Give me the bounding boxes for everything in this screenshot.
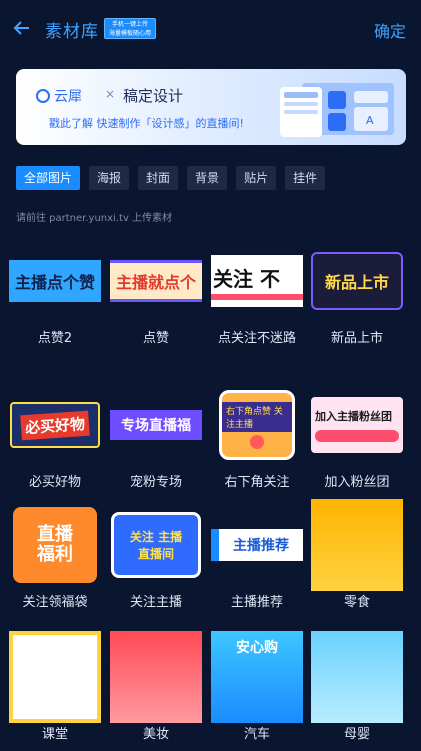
- material-thumbnail[interactable]: [311, 631, 403, 723]
- tag-line-2: 海量模板随心用: [108, 30, 151, 37]
- art-text: 右下角点赞 关注主播: [222, 401, 292, 432]
- art-panel: 关注 不: [211, 255, 303, 307]
- material-item[interactable]: 主播就点个 点赞: [110, 235, 202, 357]
- material-thumbnail[interactable]: 安心购: [211, 631, 303, 723]
- material-item[interactable]: 关注 主播直播间关注主播: [110, 499, 202, 621]
- material-item[interactable]: 课堂: [9, 631, 101, 751]
- material-label: 母婴: [343, 727, 370, 742]
- art-text: 加入主播粉丝团: [315, 410, 392, 423]
- art-panel: [311, 631, 403, 723]
- material-item[interactable]: 加入主播粉丝团加入粉丝团: [311, 379, 403, 501]
- logo-text: 云犀: [54, 89, 82, 105]
- material-item[interactable]: 直播福利 关注领福袋: [9, 499, 101, 621]
- art-panel: [9, 631, 101, 723]
- art-panel: 新品上市: [311, 252, 403, 310]
- art-panel: 主播推荐: [211, 529, 303, 561]
- art-text: 直播福利: [37, 524, 73, 565]
- art-text: 必买好物: [20, 410, 90, 440]
- page-title: 素材库: [45, 22, 99, 42]
- material-item[interactable]: 专场直播福 宠粉专场: [110, 379, 202, 501]
- material-item[interactable]: 关注 不点关注不迷路: [211, 235, 303, 357]
- banner-separator: ×: [105, 87, 116, 101]
- art-text: 主播推荐: [233, 538, 289, 554]
- yunxi-logo-icon: [36, 89, 50, 103]
- material-label: 点赞: [142, 331, 169, 346]
- art-panel: [311, 499, 403, 591]
- material-item[interactable]: 主播点个赞点赞2: [9, 235, 101, 357]
- art-text: 新品上市: [324, 273, 389, 292]
- tab-3[interactable]: 背景: [187, 166, 228, 190]
- material-item[interactable]: 美妆: [110, 631, 202, 751]
- material-item[interactable]: 新品上市 新品上市: [311, 235, 403, 357]
- art-panel: 加入主播粉丝团: [311, 397, 403, 453]
- art-panel: 右下角点赞 关注主播: [219, 390, 295, 460]
- art-text: 主播点个赞: [9, 260, 101, 302]
- art-text: 专场直播福: [110, 410, 202, 440]
- category-tabs: 全部图片 海报 封面 背景 贴片 挂件: [16, 166, 326, 190]
- confirm-button[interactable]: 确定: [374, 18, 406, 42]
- material-label: 必买好物: [28, 475, 81, 490]
- back-arrow-icon[interactable]: [12, 18, 32, 38]
- art-panel: 直播福利: [13, 507, 97, 583]
- art-panel: 安心购: [211, 631, 303, 723]
- promo-banner[interactable]: 云犀 × 稿定设计 戳此了解 快速制作「设计感」的直播间! A: [16, 69, 406, 145]
- art-text: 关注 不: [213, 266, 280, 291]
- material-thumbnail[interactable]: 必买好物: [9, 379, 101, 471]
- material-item[interactable]: 母婴: [311, 631, 403, 751]
- material-label: 汽车: [243, 727, 270, 742]
- yunxi-logo: 云犀: [36, 86, 82, 106]
- material-label: 点赞2: [37, 331, 73, 346]
- material-label: 加入粉丝团: [324, 475, 390, 490]
- material-thumbnail[interactable]: 主播推荐: [211, 499, 303, 591]
- art-text: 安心购: [236, 640, 278, 656]
- banner-illustration: A: [280, 83, 394, 137]
- material-thumbnail[interactable]: 新品上市: [311, 235, 403, 327]
- art-panel: 关注 主播直播间: [111, 512, 201, 578]
- material-thumbnail[interactable]: [9, 631, 101, 723]
- material-thumbnail[interactable]: 主播点个赞: [9, 235, 101, 327]
- tab-4[interactable]: 贴片: [236, 166, 277, 190]
- banner-description: 戳此了解 快速制作「设计感」的直播间!: [49, 117, 244, 130]
- art-text: 主播就点个: [110, 260, 202, 302]
- upload-tag-badge[interactable]: 手机一键上传 海量模板随心用: [104, 18, 156, 39]
- material-label: 零食: [343, 595, 370, 610]
- tab-0[interactable]: 全部图片: [16, 166, 81, 190]
- art-text: 关注 主播直播间: [129, 530, 183, 561]
- material-item[interactable]: 右下角点赞 关注主播右下角关注: [211, 379, 303, 501]
- material-thumbnail[interactable]: 加入主播粉丝团: [311, 379, 403, 471]
- material-label: 关注领福袋: [22, 595, 88, 610]
- upload-hint: 请前往 partner.yunxi.tv 上传素材: [16, 213, 173, 224]
- material-label: 宠粉专场: [129, 475, 182, 490]
- material-label: 主播推荐: [230, 595, 283, 610]
- material-thumbnail[interactable]: [311, 499, 403, 591]
- material-thumbnail[interactable]: 关注 不: [211, 235, 303, 327]
- material-thumbnail[interactable]: [110, 631, 202, 723]
- material-thumbnail[interactable]: 专场直播福: [110, 379, 202, 471]
- material-label: 右下角关注: [224, 475, 290, 490]
- tab-2[interactable]: 封面: [138, 166, 179, 190]
- svg-text:A: A: [366, 114, 374, 127]
- material-label: 新品上市: [330, 331, 383, 346]
- material-thumbnail[interactable]: 关注 主播直播间: [110, 499, 202, 591]
- material-label: 关注主播: [129, 595, 182, 610]
- art-panel: 必买好物: [10, 402, 100, 448]
- banner-brand: 稿定设计: [123, 87, 184, 105]
- material-thumbnail[interactable]: 右下角点赞 关注主播: [211, 379, 303, 471]
- material-item[interactable]: 主播推荐 主播推荐: [211, 499, 303, 621]
- material-label: 课堂: [41, 727, 68, 742]
- top-bar: 素材库 手机一键上传 海量模板随心用 确定: [0, 0, 421, 58]
- material-item[interactable]: 必买好物 必买好物: [9, 379, 101, 501]
- material-item[interactable]: 零食: [311, 499, 403, 621]
- tag-line-1: 手机一键上传: [111, 21, 148, 28]
- material-label: 美妆: [142, 727, 169, 742]
- tab-5[interactable]: 挂件: [285, 166, 326, 190]
- material-item[interactable]: 安心购 汽车: [211, 631, 303, 751]
- art-panel: [110, 631, 202, 723]
- material-label: 点关注不迷路: [217, 331, 296, 346]
- material-thumbnail[interactable]: 主播就点个: [110, 235, 202, 327]
- material-thumbnail[interactable]: 直播福利: [9, 499, 101, 591]
- tab-1[interactable]: 海报: [89, 166, 130, 190]
